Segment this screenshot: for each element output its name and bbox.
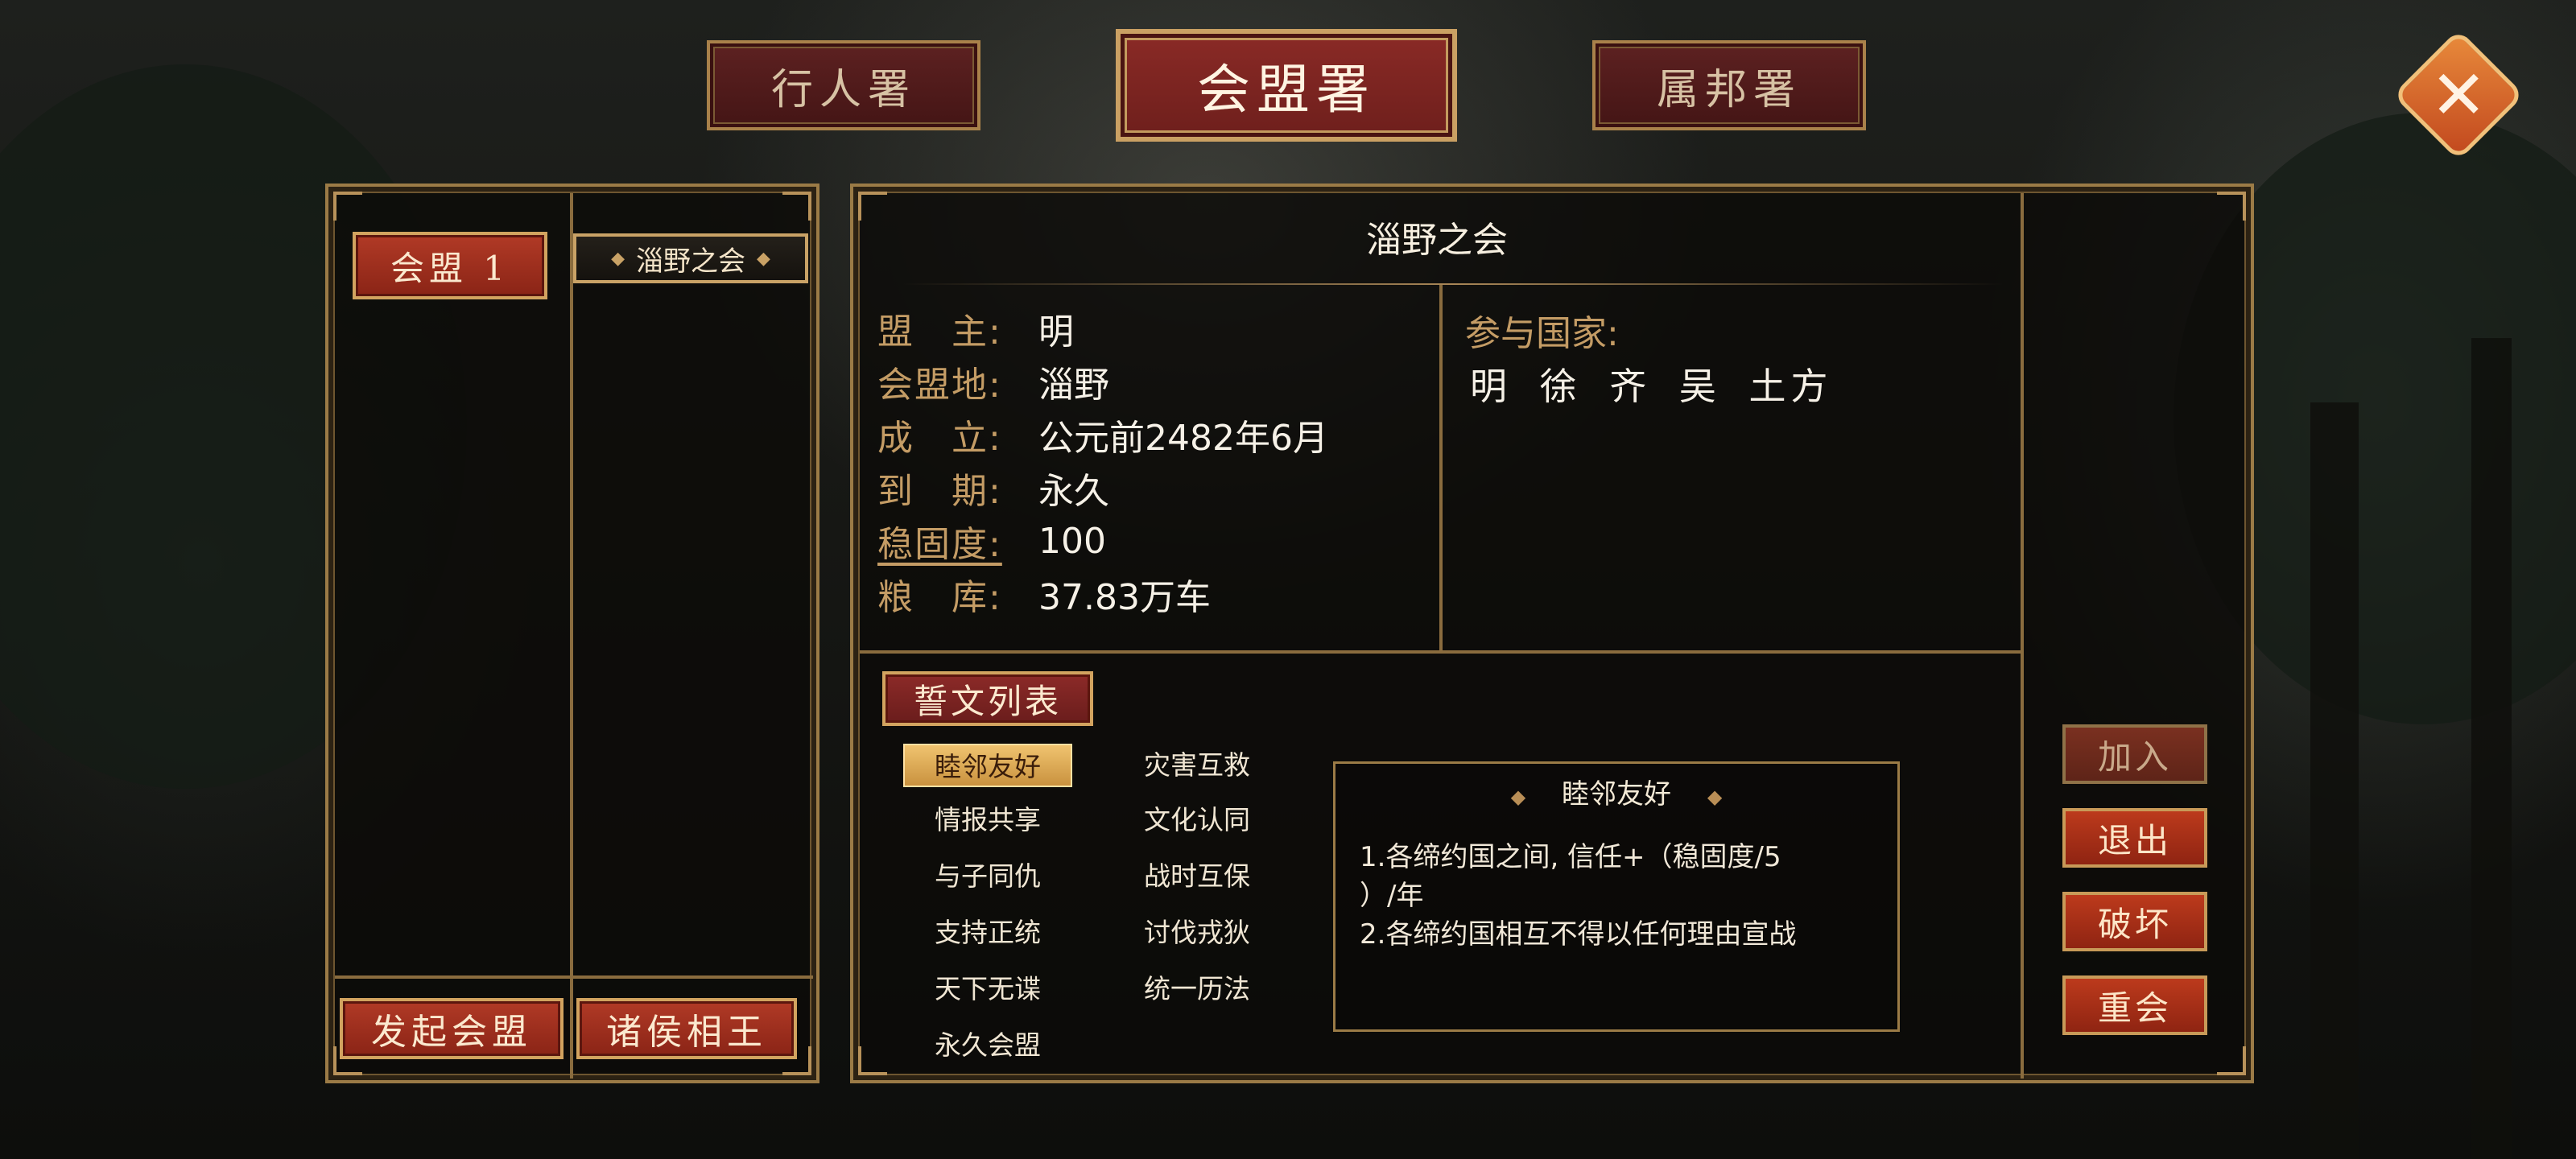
- alliance-title: 淄野之会: [1366, 220, 1508, 261]
- tab-envoy-office[interactable]: 行人署: [707, 40, 980, 130]
- alliance-select-button[interactable]: 会盟 1: [353, 232, 547, 299]
- alliance-list-item[interactable]: ◆ 淄野之会 ◆: [573, 233, 808, 283]
- diamond-icon: ◆: [757, 248, 770, 269]
- reconvene-button[interactable]: 重会: [2062, 975, 2207, 1035]
- info-row-granary: 粮 库: 37.83万车: [877, 570, 1211, 618]
- close-icon: ✕: [2429, 55, 2487, 134]
- panel-corner-ornament: [782, 192, 811, 221]
- info-value: 公元前2482年6月: [1038, 418, 1328, 459]
- info-label: 成 立:: [877, 418, 1002, 459]
- clause-detail-line: 2.各缔约国相互不得以任何理由宣战: [1360, 918, 1797, 951]
- info-label: 到 期:: [877, 471, 1002, 512]
- clause-no-spies[interactable]: 天下无谍: [903, 967, 1072, 1011]
- clause-detail-title: 睦邻友好: [1562, 778, 1671, 810]
- alliance-item-label: 淄野之会: [636, 245, 745, 278]
- clause-detail-line: 1.各缔约国之间, 信任+（稳固度/5: [1360, 841, 1781, 873]
- panel-corner-ornament: [858, 1046, 887, 1075]
- clause-permanent-alliance[interactable]: 永久会盟: [903, 1024, 1072, 1067]
- clause-detail-header: ◆ 睦邻友好 ◆: [1335, 772, 1897, 811]
- sabotage-button[interactable]: 破坏: [2062, 892, 2207, 951]
- info-value: 淄野: [1038, 365, 1109, 406]
- panel-corner-ornament: [2217, 1046, 2246, 1075]
- join-button[interactable]: 加入: [2062, 724, 2207, 784]
- clause-disaster-relief[interactable]: 灾害互救: [1113, 744, 1282, 787]
- info-value: 永久: [1038, 471, 1109, 512]
- info-value: 37.83万车: [1038, 577, 1211, 618]
- panel-corner-ornament: [333, 192, 362, 221]
- clause-cultural-identity[interactable]: 文化认同: [1113, 798, 1282, 842]
- clause-good-neighbor[interactable]: 睦邻友好: [903, 744, 1072, 787]
- oath-list-header: 誓文列表: [882, 671, 1093, 726]
- clause-wartime-protection[interactable]: 战时互保: [1113, 855, 1282, 898]
- info-label: 会盟地:: [877, 365, 1002, 406]
- tab-vassal-office[interactable]: 属邦署: [1592, 40, 1866, 130]
- tab-alliance-office[interactable]: 会盟署: [1116, 29, 1457, 142]
- diamond-icon: ◆: [1707, 786, 1723, 808]
- info-row-leader: 盟 主: 明: [877, 304, 1074, 353]
- leave-button[interactable]: 退出: [2062, 808, 2207, 868]
- clause-detail-text: 1.各缔约国之间, 信任+（稳固度/5 ）/年 2.各缔约国相互不得以任何理由宣…: [1360, 838, 1796, 954]
- lords-mutual-king-button[interactable]: 诸侯相王: [576, 998, 797, 1059]
- title-underline: [902, 283, 2004, 285]
- stability-help-link[interactable]: 稳固度:: [877, 515, 1038, 567]
- clause-unified-calendar[interactable]: 统一历法: [1113, 967, 1282, 1011]
- info-row-location: 会盟地: 淄野: [877, 357, 1109, 406]
- clause-detail-box: ◆ 睦邻友好 ◆ 1.各缔约国之间, 信任+（稳固度/5 ）/年 2.各缔约国相…: [1333, 761, 1900, 1032]
- clause-support-orthodoxy[interactable]: 支持正统: [903, 911, 1072, 955]
- column-divider: [1439, 283, 1443, 652]
- participants-list: 明 徐 齐 吴 土方: [1470, 365, 1833, 408]
- diamond-icon: ◆: [611, 248, 625, 269]
- info-value: 100: [1038, 520, 1106, 562]
- row-divider: [335, 975, 813, 979]
- info-value: 明: [1038, 311, 1074, 353]
- info-label: 粮 库:: [877, 577, 1002, 618]
- clause-expedition[interactable]: 讨伐戎狄: [1113, 911, 1282, 955]
- diamond-icon: ◆: [1510, 786, 1526, 808]
- game-background: 行人署 会盟署 属邦署 ✕ 会盟 1 ◆ 淄野之会 ◆ 发起会盟 诸侯相王 淄野…: [0, 0, 2576, 1159]
- clause-common-enemy[interactable]: 与子同仇: [903, 855, 1072, 898]
- clause-detail-line: ）/年: [1360, 880, 1424, 912]
- panel-corner-ornament: [2217, 192, 2246, 221]
- background-trunk: [2471, 338, 2512, 1159]
- clause-intel-share[interactable]: 情报共享: [903, 798, 1072, 842]
- info-row-founded: 成 立: 公元前2482年6月: [877, 410, 1328, 459]
- info-row-stability[interactable]: 稳固度: 100: [877, 515, 1106, 567]
- info-label: 盟 主:: [877, 311, 1002, 353]
- info-row-expiry: 到 期: 永久: [877, 464, 1109, 512]
- column-divider: [2021, 193, 2024, 1079]
- background-trunk: [2310, 402, 2359, 1159]
- participants-label: 参与国家:: [1465, 313, 1619, 354]
- alliance-list-panel: [325, 184, 819, 1083]
- column-divider: [570, 193, 573, 1079]
- start-alliance-button[interactable]: 发起会盟: [340, 998, 564, 1059]
